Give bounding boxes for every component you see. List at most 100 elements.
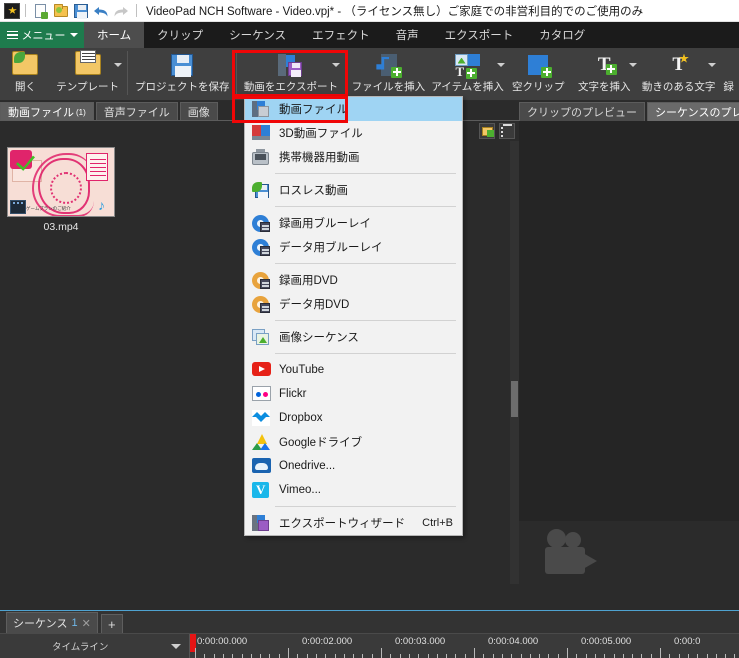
window-title: VideoPad NCH Software - Video.vpj* - （ライ… [146, 5, 644, 18]
menu-item-dvd-record[interactable]: 録画用DVD [245, 268, 462, 292]
ribbon-divider [127, 51, 129, 95]
chevron-down-icon[interactable] [331, 63, 340, 67]
menu-item-label: 画像シーケンス [279, 332, 359, 344]
menu-item-label: エクスポートウィザード [279, 518, 406, 530]
ribbon-divider [344, 51, 346, 95]
menu-item-3d-video-file[interactable]: 3D動画ファイル [245, 121, 462, 145]
ribbon-animated-text-button[interactable]: T 動きのある文字 [639, 48, 718, 101]
ribbon-empty-clip-button[interactable]: 空クリップ [507, 48, 569, 101]
chevron-down-icon[interactable] [497, 63, 506, 67]
tab-clip-preview[interactable]: クリップのプレビュー [519, 102, 645, 121]
timeline-tick-label: 0:00:02.000 [302, 636, 353, 647]
menu-item-lossless-video[interactable]: ロスレス動画 [245, 178, 462, 202]
media-file-item[interactable]: ゲームプランのご紹介 ♪ 03.mp4 [7, 147, 115, 233]
preview-tabs: クリップのプレビュー シーケンスのプレビュー [519, 101, 739, 121]
tab-video-files[interactable]: 動画ファイル (1) [0, 102, 94, 121]
mobile-device-icon [249, 147, 273, 167]
chevron-down-icon[interactable] [629, 63, 638, 67]
menu-item-flickr[interactable]: Flickr [245, 382, 462, 406]
ribbon-tab-effects[interactable]: エフェクト [299, 22, 383, 48]
ribbon-tab-catalog[interactable]: カタログ [526, 22, 598, 48]
menu-item-export-wizard[interactable]: エクスポートウィザード Ctrl+B [245, 511, 462, 535]
new-project-button[interactable] [31, 1, 51, 21]
sequence-tab-label: シーケンス [13, 618, 68, 630]
flickr-icon [249, 384, 273, 404]
star-app-icon [4, 2, 20, 19]
menu-item-dropbox[interactable]: Dropbox [245, 406, 462, 430]
ribbon-open-button[interactable]: 開く [0, 48, 51, 101]
ribbon-tab-sequence[interactable]: シーケンス [216, 22, 299, 48]
menu-item-onedrive[interactable]: Onedrive... [245, 454, 462, 478]
add-folder-button[interactable] [479, 123, 495, 139]
list-view-button[interactable] [499, 123, 515, 139]
document-graphic [86, 153, 108, 181]
menu-item-bluray-data[interactable]: データ用ブルーレイ [245, 235, 462, 259]
timeline-tick-label: 0:00:04.000 [488, 636, 539, 647]
menu-item-label: Flickr [279, 388, 307, 400]
tab-label: 画像 [187, 107, 210, 119]
main-menu-button[interactable]: メニュー [0, 22, 84, 48]
ribbon-item-label: ファイルを挿入 [351, 81, 426, 93]
menu-item-image-sequence[interactable]: 画像シーケンス [245, 325, 462, 349]
ribbon-item-label: 開く [14, 81, 36, 93]
menu-divider [275, 206, 456, 207]
undo-button[interactable] [91, 1, 111, 21]
ribbon-insert-file-button[interactable]: ファイルを挿入 [349, 48, 428, 101]
menu-item-label: ロスレス動画 [279, 185, 348, 197]
chevron-down-icon[interactable] [114, 63, 123, 67]
ribbon-toolbar: 開く テンプレート プロジェクトを保存 動画をエクスポート ファイルを挿入 T … [0, 48, 739, 101]
media-bin-scrollbar[interactable] [510, 141, 519, 584]
menu-item-youtube[interactable]: YouTube [245, 358, 462, 382]
ribbon-tab-label: クリップ [157, 30, 204, 42]
timeline-ruler[interactable]: 0:00:00.000 0:00:02.000 0:00:03.000 0:00… [190, 634, 739, 658]
ribbon-item-label: 動画をエクスポート [243, 81, 339, 93]
ribbon-tab-export[interactable]: エクスポート [432, 22, 527, 48]
ribbon-tab-label: シーケンス [229, 30, 287, 42]
close-icon[interactable]: ✕ [82, 617, 91, 630]
menu-divider [275, 506, 456, 507]
ribbon-export-video-button[interactable]: 動画をエクスポート [240, 48, 342, 101]
menu-item-video-file[interactable]: 動画ファイル [245, 97, 462, 121]
menu-item-mobile-video[interactable]: 携帯機器用動画 [245, 145, 462, 169]
ribbon-insert-item-button[interactable]: T アイテムを挿入 [428, 48, 507, 101]
timeline-tick-label: 0:00:00.000 [197, 636, 248, 647]
menu-item-bluray-record[interactable]: 録画用ブルーレイ [245, 211, 462, 235]
tab-audio-files[interactable]: 音声ファイル [95, 102, 178, 121]
ribbon-record-button[interactable]: 録 [718, 48, 739, 101]
youtube-icon [249, 360, 273, 380]
tab-images[interactable]: 画像 [179, 102, 218, 121]
menu-item-dvd-data[interactable]: データ用DVD [245, 292, 462, 316]
redo-button[interactable] [111, 1, 131, 21]
menu-divider [275, 263, 456, 264]
empty-clip-icon [528, 51, 553, 78]
ribbon-insert-text-button[interactable]: T 文字を挿入 [569, 48, 639, 101]
tab-sequence-preview[interactable]: シーケンスのプレビュー [647, 102, 739, 121]
menu-item-vimeo[interactable]: Vimeo... [245, 478, 462, 502]
scrollbar-thumb[interactable] [511, 381, 518, 417]
ribbon-tab-clip[interactable]: クリップ [144, 22, 216, 48]
menu-item-label: 動画ファイル [279, 104, 348, 116]
tab-label: クリップのプレビュー [527, 107, 637, 119]
save-project-button[interactable] [71, 1, 91, 21]
chevron-down-icon [69, 33, 78, 37]
open-project-button[interactable] [51, 1, 71, 21]
title-bar: VideoPad NCH Software - Video.vpj* - （ライ… [0, 0, 739, 22]
timeline-mode-selector[interactable]: タイムライン [0, 634, 190, 658]
video-thumbnail[interactable]: ゲームプランのご紹介 ♪ [7, 147, 115, 217]
add-sequence-button[interactable]: + [100, 614, 123, 633]
sequence-tab-1[interactable]: シーケンス 1 ✕ [6, 612, 98, 633]
ribbon-tab-label: ホーム [97, 30, 132, 42]
animated-text-icon: T [672, 51, 689, 78]
ribbon-template-button[interactable]: テンプレート [51, 48, 125, 101]
preview-stage[interactable] [519, 121, 739, 574]
ribbon-tab-label: エクスポート [444, 30, 514, 42]
ribbon-save-project-button[interactable]: プロジェクトを保存 [131, 48, 233, 101]
ribbon-tab-home[interactable]: ホーム [84, 22, 145, 48]
chevron-down-icon[interactable] [708, 63, 717, 67]
export-dropdown-menu[interactable]: 動画ファイル 3D動画ファイル 携帯機器用動画 ロスレス動画 録画用ブルーレイ … [244, 96, 463, 536]
check-badge-icon [10, 150, 36, 174]
ribbon-tab-audio[interactable]: 音声 [383, 22, 432, 48]
chevron-down-icon[interactable] [171, 644, 181, 649]
menu-item-google-drive[interactable]: Googleドライブ [245, 430, 462, 454]
floppy-disk-icon [74, 3, 88, 19]
